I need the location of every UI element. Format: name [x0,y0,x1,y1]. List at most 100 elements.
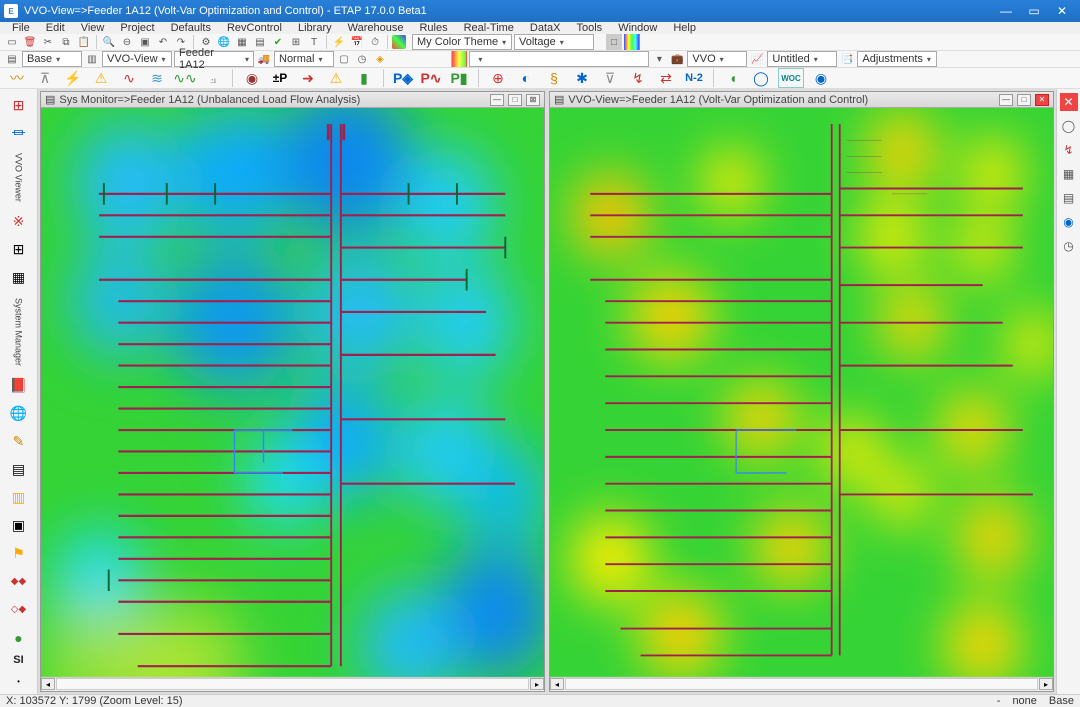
menu-revcontrol[interactable]: RevControl [219,22,290,34]
net-icon[interactable]: ⊽ [599,68,621,88]
zoomin-icon[interactable]: 🔍 [101,34,117,50]
menu-edit[interactable]: Edit [38,22,73,34]
bolt2-icon[interactable]: ↯ [627,68,649,88]
pane-left-close-button[interactable]: ⊠ [526,94,540,106]
woc-icon[interactable]: WOC [778,68,804,88]
scroll-right-button[interactable]: ▸ [1039,678,1053,690]
ls-red1-icon[interactable]: ◆◆ [7,570,31,594]
ls-onln-icon[interactable]: ⊞ [7,93,31,117]
pane-right-max-button[interactable]: □ [1017,94,1031,106]
undo-icon[interactable]: ↶ [155,34,171,50]
cap-icon[interactable]: ◐ [515,68,537,88]
ls-tiny-icon[interactable]: • [7,670,31,694]
rs-world-icon[interactable]: ◯ [1060,117,1078,135]
scroll-left-button[interactable]: ◂ [550,678,564,690]
minimize-button[interactable]: — [992,0,1020,22]
menu-datax[interactable]: DataX [522,22,569,34]
pane-left-min-button[interactable]: — [490,94,504,106]
trash-icon[interactable]: 🗑 [22,34,38,50]
tower-icon[interactable]: ⊼ [34,68,56,88]
zoomfit-icon[interactable]: ▣ [137,34,153,50]
cube-icon[interactable]: ◈ [372,51,388,67]
ls-calc-icon[interactable]: ▦ [7,266,31,290]
briefcase-icon[interactable]: 💼 [669,51,685,67]
pane-left-max-button[interactable]: □ [508,94,522,106]
menu-window[interactable]: Window [610,22,665,34]
copy-icon[interactable]: ⧉ [58,34,74,50]
earth-icon[interactable]: ◯ [750,68,772,88]
zoomout-icon[interactable]: ⊖ [119,34,135,50]
vvo-dropdown[interactable]: VVO [687,51,747,67]
ls-net-icon[interactable]: ⏛ [7,121,31,145]
menu-rules[interactable]: Rules [411,22,455,34]
datebox-icon[interactable]: ▢ [336,51,352,67]
freq-icon[interactable]: ⟓ [202,68,224,88]
menu-tools[interactable]: Tools [569,22,611,34]
ls-term-icon[interactable]: ▣ [7,514,31,538]
n2-label[interactable]: N-2 [683,68,705,88]
bar-icon[interactable]: ▮ [353,68,375,88]
pbar-icon[interactable]: P▮ [448,68,470,88]
calendar-icon[interactable]: 📅 [349,34,365,50]
menu-realtime[interactable]: Real-Time [456,22,522,34]
pwarn-icon[interactable]: ±P [269,68,291,88]
chart-icon[interactable]: 📈 [749,51,765,67]
cable-icon[interactable]: 〰 [6,68,28,88]
grid2-icon[interactable]: ▤ [252,34,268,50]
vtab-vvo-viewer[interactable]: VVO Viewer [14,149,24,206]
scroll-track[interactable] [56,678,529,690]
new-icon[interactable]: ▭ [4,34,20,50]
menu-library[interactable]: Library [290,22,340,34]
menu-project[interactable]: Project [112,22,162,34]
cut-icon[interactable]: ✂ [40,34,56,50]
clock2-icon[interactable]: ◷ [354,51,370,67]
globe2-icon[interactable]: ◉ [810,68,832,88]
truck-icon[interactable]: 🚚 [256,51,272,67]
menu-help[interactable]: Help [665,22,704,34]
untitled-dropdown[interactable]: Untitled [767,51,837,67]
doc1-icon[interactable]: ▤ [4,51,20,67]
feeder-dropdown[interactable]: Feeder 1A12 [174,51,254,67]
pane-left-scroll[interactable]: ◂ ▸ [41,677,544,691]
crosshair-icon[interactable]: ⊕ [487,68,509,88]
pane-right-close-button[interactable]: ✕ [1035,94,1049,106]
rainbow-icon[interactable] [624,34,640,50]
pane-right-min-button[interactable]: — [999,94,1013,106]
rs-zoom-icon[interactable]: ◉ [1060,213,1078,231]
adjust-icon[interactable]: 📑 [839,51,855,67]
theme-dropdown[interactable]: My Color Theme [412,34,512,50]
switch-icon[interactable]: ⇄ [655,68,677,88]
empty-dropdown[interactable] [469,51,649,67]
menu-file[interactable]: File [4,22,38,34]
rainbow2-icon[interactable] [451,51,467,67]
rs-doc-icon[interactable]: ▤ [1060,189,1078,207]
warn-icon[interactable]: ⚠ [90,68,112,88]
stack-icon[interactable]: ▥ [84,51,100,67]
ls-book-icon[interactable]: 📕 [7,374,31,398]
chk-icon[interactable]: ✔ [270,34,286,50]
canvas-left[interactable] [41,108,544,677]
power-icon[interactable]: ⚡ [331,34,347,50]
voltage-dropdown[interactable]: Voltage [514,34,594,50]
ls-grn-icon[interactable]: ● [7,626,31,650]
menu-view[interactable]: View [73,22,113,34]
ls-link-icon[interactable]: ※ [7,210,31,234]
vvoview-dropdown[interactable]: VVO-View [102,51,172,67]
ls-globe-icon[interactable]: 🌐 [7,402,31,426]
base-dropdown[interactable]: Base [22,51,82,67]
p-icon[interactable]: P◈ [392,68,414,88]
normal-dropdown[interactable]: Normal [274,51,334,67]
wave1-icon[interactable]: ∿ [118,68,140,88]
paste-icon[interactable]: 📋 [76,34,92,50]
toggle-a-icon[interactable]: □ [606,34,622,50]
ls-si-label[interactable]: SI [13,654,23,666]
canvas-right[interactable] [550,108,1053,677]
scroll-right-button[interactable]: ▸ [530,678,544,690]
text-icon[interactable]: T [306,34,322,50]
down-icon[interactable]: ▾ [651,51,667,67]
pulse-icon[interactable]: ∿∿ [174,68,196,88]
ls-pen-icon[interactable]: ✎ [7,430,31,454]
snap-icon[interactable]: ⊞ [288,34,304,50]
ls-tab-icon[interactable]: ▥ [7,486,31,510]
arcwarn-icon[interactable]: ⚠ [325,68,347,88]
